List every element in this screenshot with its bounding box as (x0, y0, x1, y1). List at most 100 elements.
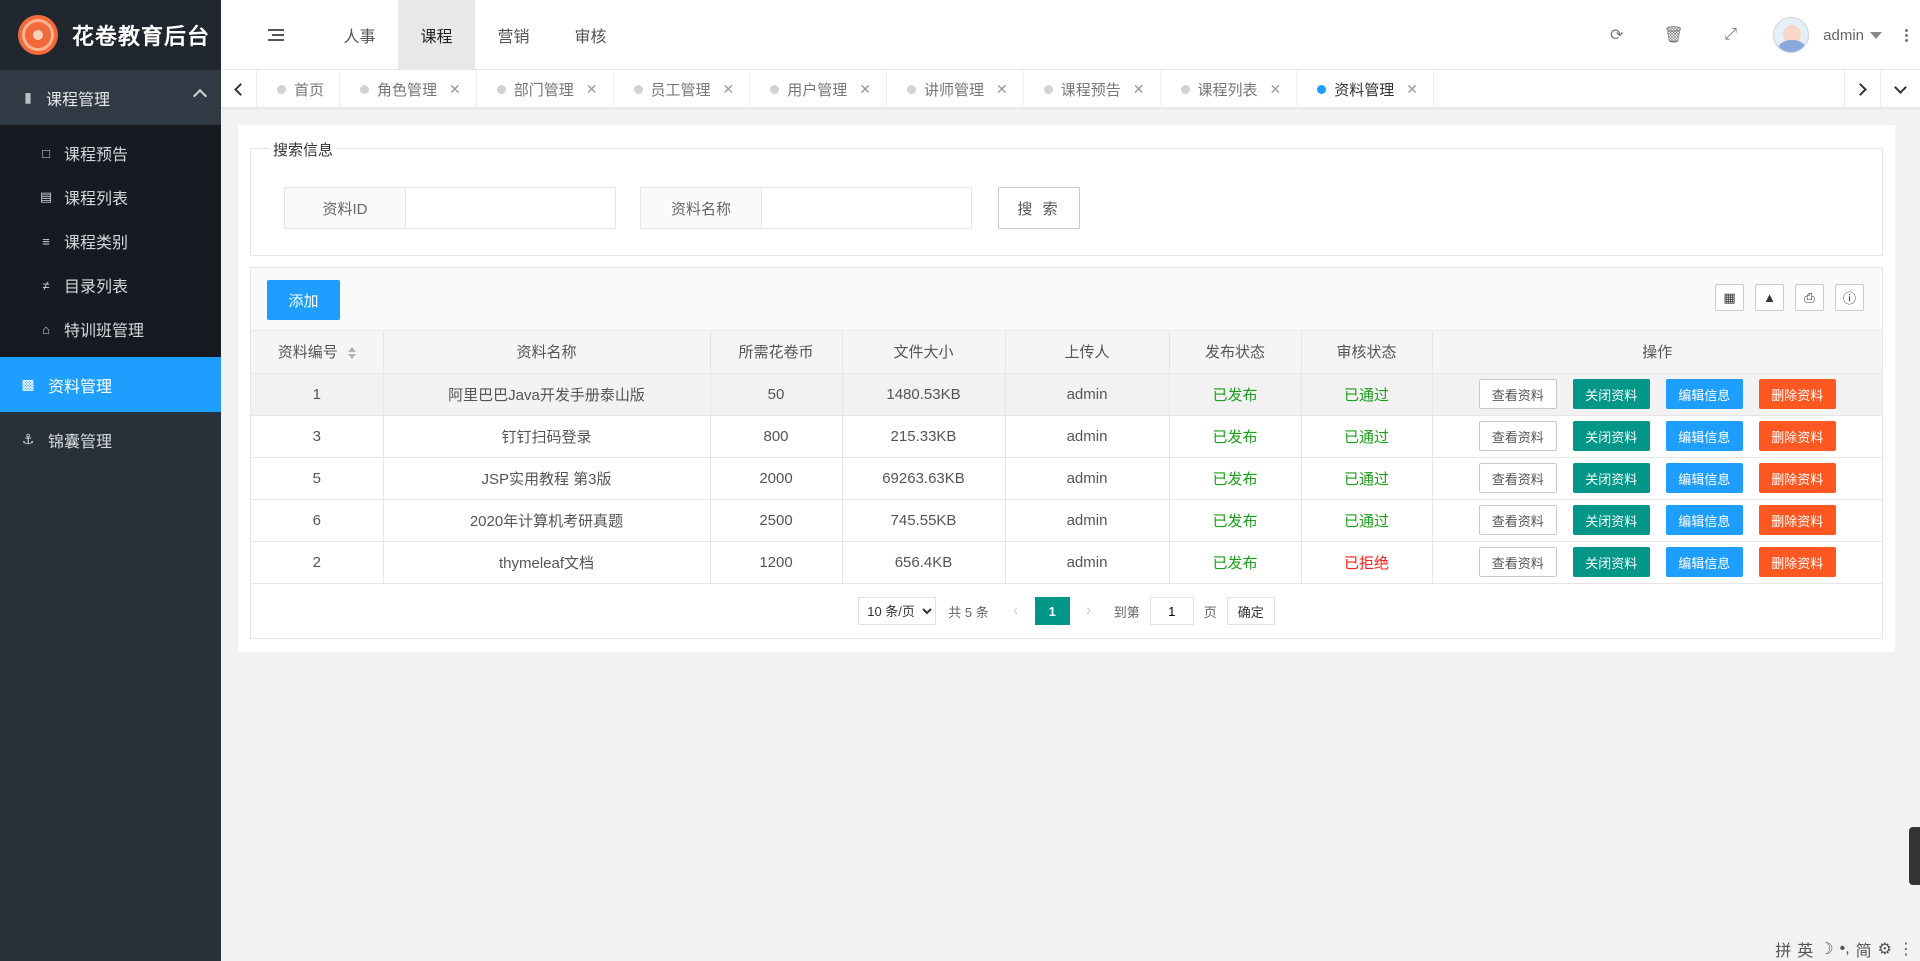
view-material-button[interactable]: 查看资料 (1478, 463, 1557, 493)
print-icon[interactable]: ⎙ (1795, 284, 1824, 311)
prev-page-icon[interactable]: ‹ (1001, 597, 1031, 625)
view-material-button[interactable]: 查看资料 (1478, 421, 1557, 451)
tab-staff-management[interactable]: 员工管理 ✕ (614, 70, 751, 108)
table-row[interactable]: 2 thymeleaf文档 1200 656.4KB admin 已发布 已拒绝… (251, 541, 1882, 584)
page-size-select[interactable]: 10 条/页 (858, 597, 937, 625)
close-material-button[interactable]: 关闭资料 (1572, 505, 1650, 535)
current-page[interactable]: 1 (1034, 597, 1070, 625)
material-id-input[interactable] (406, 188, 615, 228)
close-icon[interactable]: ✕ (996, 81, 1008, 98)
top-nav-hr[interactable]: 人事 (321, 0, 398, 70)
close-icon[interactable]: ✕ (586, 81, 598, 98)
columns-filter-icon[interactable]: ▦ (1715, 284, 1744, 311)
tab-course-preview[interactable]: 课程预告 ✕ (1024, 70, 1161, 108)
more-vertical-icon[interactable] (1896, 0, 1916, 70)
refresh-icon[interactable]: ⟳ (1588, 0, 1645, 70)
edit-info-button[interactable]: 编辑信息 (1665, 547, 1743, 577)
cell-audit-status: 已拒绝 (1301, 541, 1433, 584)
cell-coins: 2000 (710, 457, 843, 500)
close-icon[interactable]: ✕ (1270, 81, 1282, 98)
trash-icon[interactable]: 🗑︎ (1645, 0, 1702, 70)
sidebar-item-tips-management[interactable]: ⚓ 锦囊管理 (0, 412, 221, 467)
logo[interactable]: 花卷教育后台 (0, 0, 221, 70)
user-menu[interactable]: admin (1773, 17, 1882, 53)
tab-department-management[interactable]: 部门管理 ✕ (477, 70, 614, 108)
sort-icon[interactable] (347, 347, 356, 360)
view-material-button[interactable]: 查看资料 (1478, 505, 1557, 535)
edit-info-button[interactable]: 编辑信息 (1665, 421, 1743, 451)
sidebar-item-catalog-list[interactable]: ≠ 目录列表 (0, 263, 221, 307)
goto-page-input[interactable] (1149, 597, 1194, 625)
menu-course-label: 课程管理 (46, 91, 111, 109)
close-material-button[interactable]: 关闭资料 (1572, 547, 1650, 577)
fullscreen-icon[interactable]: ⤢ (1702, 0, 1759, 70)
chevron-down-icon (1894, 80, 1907, 94)
tabs-scroll-left-button[interactable] (221, 70, 257, 108)
edit-info-button[interactable]: 编辑信息 (1665, 379, 1743, 409)
table-row[interactable]: 5 JSP实用教程 第3版 2000 69263.63KB admin 已发布 … (251, 457, 1882, 500)
close-icon[interactable]: ✕ (1133, 81, 1145, 98)
export-icon[interactable]: ▲ (1755, 284, 1784, 311)
tab-user-management[interactable]: 用户管理 ✕ (750, 70, 888, 108)
sidebar-item-course-preview[interactable]: □ 课程预告 (0, 131, 221, 175)
table-row[interactable]: 1 阿里巴巴Java开发手册泰山版 50 1480.53KB admin 已发布… (251, 373, 1882, 416)
ime-settings-icon[interactable]: ⚙ (1878, 939, 1892, 959)
ime-simplified-toggle[interactable]: 简 (1856, 937, 1872, 961)
delete-material-button[interactable]: 删除资料 (1758, 505, 1836, 535)
sidebar-item-material-management[interactable]: ▩ 资料管理 (0, 357, 221, 412)
close-icon[interactable]: ✕ (723, 81, 735, 98)
ime-punctuation-icon[interactable]: •, (1840, 940, 1850, 958)
close-material-button[interactable]: 关闭资料 (1572, 463, 1650, 493)
material-id-label: 资料ID (285, 188, 406, 228)
ime-moon-icon[interactable]: ☽ (1819, 939, 1833, 959)
delete-material-button[interactable]: 删除资料 (1758, 547, 1836, 577)
cell-actions: 查看资料 关闭资料 编辑信息 删除资料 (1432, 457, 1882, 500)
tab-label: 资料管理 (1334, 81, 1395, 99)
tab-label: 首页 (294, 81, 325, 99)
view-material-button[interactable]: 查看资料 (1478, 547, 1557, 577)
sidebar-item-training-class[interactable]: ⌂ 特训班管理 (0, 307, 221, 351)
menu-course-management[interactable]: ▮ 课程管理 (0, 70, 221, 125)
tab-role-management[interactable]: 角色管理 ✕ (340, 70, 477, 108)
tab-course-list[interactable]: 课程列表 ✕ (1161, 70, 1298, 108)
top-nav-course[interactable]: 课程 (398, 0, 475, 70)
goto-confirm-button[interactable]: 确定 (1226, 597, 1275, 625)
ime-grid-icon[interactable]: 拼 (1775, 937, 1791, 961)
tab-label: 部门管理 (513, 81, 574, 99)
table-row[interactable]: 3 钉钉扫码登录 800 215.33KB admin 已发布 已通过 查看资料… (251, 415, 1882, 458)
tab-lecturer-management[interactable]: 讲师管理 ✕ (887, 70, 1024, 108)
col-header-id[interactable]: 资料编号 (251, 331, 384, 374)
close-icon[interactable]: ✕ (1406, 81, 1418, 98)
tab-label: 员工管理 (650, 81, 711, 99)
material-name-input[interactable] (762, 188, 971, 228)
search-button[interactable]: 搜 索 (998, 187, 1080, 229)
cell-id: 5 (251, 457, 384, 500)
table-row[interactable]: 6 2020年计算机考研真题 2500 745.55KB admin 已发布 已… (251, 499, 1882, 542)
edit-info-button[interactable]: 编辑信息 (1665, 463, 1743, 493)
add-button[interactable]: 添加 (267, 280, 340, 320)
delete-material-button[interactable]: 删除资料 (1758, 463, 1836, 493)
view-material-button[interactable]: 查看资料 (1478, 379, 1557, 409)
sidebar-item-course-category[interactable]: ≡ 课程类别 (0, 219, 221, 263)
ime-more-icon[interactable]: ⋮ (1898, 939, 1914, 959)
top-nav-audit[interactable]: 审核 (552, 0, 629, 70)
close-icon[interactable]: ✕ (449, 81, 461, 98)
ime-english-toggle[interactable]: 英 (1797, 937, 1813, 961)
tabs-scroll-right-button[interactable] (1844, 70, 1880, 108)
tab-home[interactable]: 首页 (257, 70, 341, 108)
tab-material-management[interactable]: 资料管理 ✕ (1297, 70, 1435, 108)
bank-icon: ⌂ (42, 321, 50, 337)
sidebar-toggle-button[interactable] (241, 0, 311, 70)
close-material-button[interactable]: 关闭资料 (1572, 421, 1650, 451)
close-icon[interactable]: ✕ (859, 81, 871, 98)
delete-material-button[interactable]: 删除资料 (1758, 421, 1836, 451)
sidebar-item-course-list[interactable]: ▤ 课程列表 (0, 175, 221, 219)
tabs-more-button[interactable] (1880, 70, 1920, 108)
info-icon[interactable]: ⓘ (1835, 284, 1864, 311)
side-panel-handle[interactable] (1909, 827, 1920, 885)
close-material-button[interactable]: 关闭资料 (1572, 379, 1650, 409)
top-nav-marketing[interactable]: 营销 (475, 0, 552, 70)
next-page-icon[interactable]: › (1074, 597, 1104, 625)
edit-info-button[interactable]: 编辑信息 (1665, 505, 1743, 535)
delete-material-button[interactable]: 删除资料 (1758, 379, 1836, 409)
